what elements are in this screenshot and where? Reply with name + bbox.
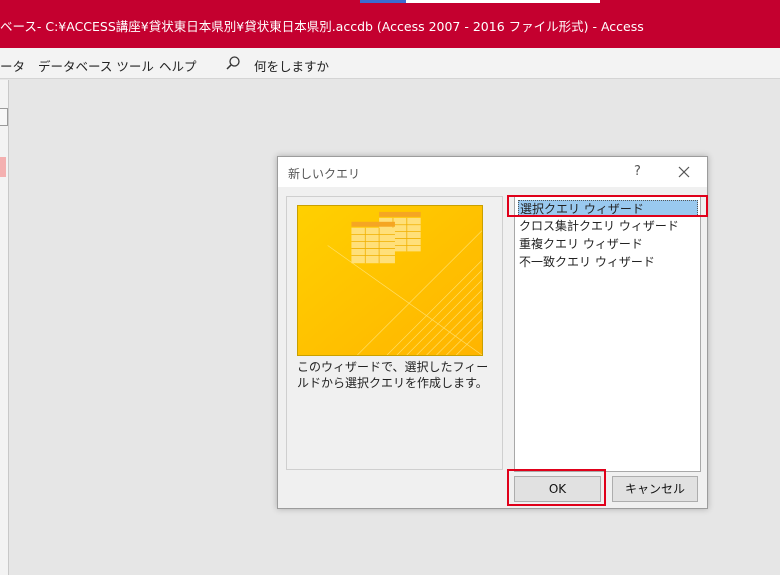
wizard-description: このウィザードで、選択したフィールドから選択クエリを作成します。 [297,360,489,390]
navigation-pane [0,80,9,575]
window-title: ベース- C:¥ACCESS講座¥貸状東日本県別¥貸状東日本県別.accdb (… [0,19,644,34]
ok-button[interactable]: OK [514,476,601,502]
list-item-find-duplicates-wizard[interactable]: 重複クエリ ウィザード [518,236,643,253]
close-icon[interactable] [676,164,692,180]
list-item-crosstab-query-wizard[interactable]: クロス集計クエリ ウィザード [518,218,679,235]
search-icon[interactable] [225,55,241,71]
navigation-pane-toggle[interactable] [0,108,8,126]
menu-item-help[interactable]: ヘルプ [159,56,197,75]
menu-item-database-tools[interactable]: データベース ツール [38,56,154,75]
wizard-info-panel: このウィザードで、選択したフィールドから選択クエリを作成します。 [286,196,503,470]
tell-me-search[interactable]: 何をしますか [254,56,329,75]
title-bar-accent-blue [360,0,406,3]
navigation-pane-selected-marker [0,157,6,177]
cancel-button[interactable]: キャンセル [612,476,698,502]
new-query-dialog: 新しいクエリ ? このウィザードで、選択したフィールドから選択クエリを作成します… [277,156,708,509]
list-item-find-unmatched-wizard[interactable]: 不一致クエリ ウィザード [518,254,655,271]
menu-item-data[interactable]: ータ [0,56,25,75]
list-item-simple-query-wizard[interactable]: 選択クエリ ウィザード [518,200,698,217]
wizard-list[interactable]: 選択クエリ ウィザード クロス集計クエリ ウィザード 重複クエリ ウィザード 不… [514,196,701,472]
dialog-title: 新しいクエリ [288,167,361,181]
dialog-title-bar: 新しいクエリ ? [278,157,707,187]
help-button[interactable]: ? [634,164,641,179]
menu-bar: ータ データベース ツール ヘルプ 何をしますか [0,48,780,79]
query-preview-image [297,205,483,356]
title-bar: ベース- C:¥ACCESS講座¥貸状東日本県別¥貸状東日本県別.accdb (… [0,0,780,48]
